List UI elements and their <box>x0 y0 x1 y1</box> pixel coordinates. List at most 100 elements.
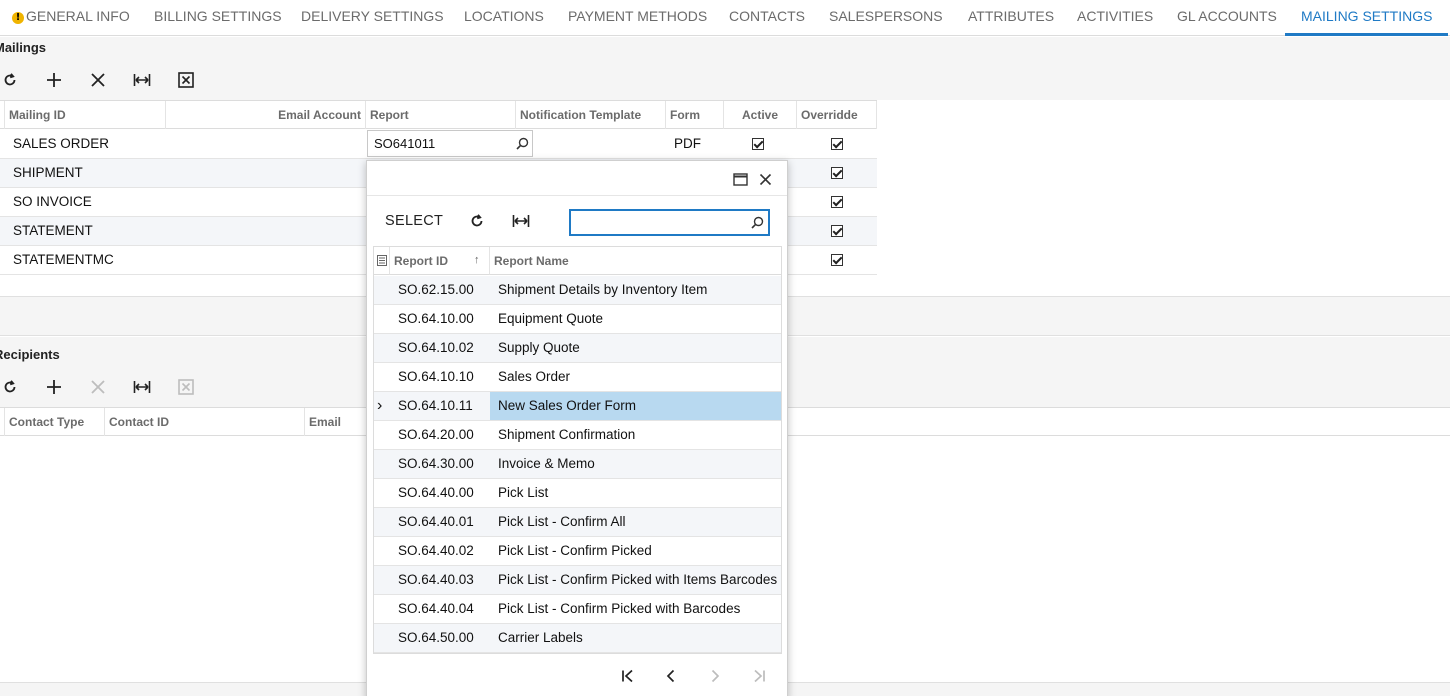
table-row[interactable]: SO.64.10.02 Supply Quote <box>374 334 781 363</box>
mailings-title: Mailings <box>0 40 47 55</box>
column-report[interactable]: Report <box>366 101 516 129</box>
column-format[interactable]: Form <box>666 101 724 129</box>
add-button[interactable] <box>41 67 67 93</box>
override-checkbox[interactable] <box>831 196 843 208</box>
table-row[interactable]: SO.64.40.03 Pick List - Confirm Picked wi… <box>374 566 781 595</box>
recipients-title: Recipients <box>0 347 60 362</box>
delete-button[interactable] <box>85 67 111 93</box>
refresh-icon <box>4 73 16 86</box>
export-excel-button[interactable] <box>173 67 199 93</box>
fit-columns-icon <box>133 74 151 86</box>
tab-delivery-settings[interactable]: DELIVERY SETTINGS <box>301 0 444 36</box>
report-id-cell: SO.64.40.04 <box>398 601 474 616</box>
search-icon[interactable] <box>516 137 529 150</box>
report-name-cell: Shipment Confirmation <box>498 427 636 442</box>
column-mailing-id[interactable]: Mailing ID <box>5 101 166 129</box>
override-checkbox[interactable] <box>831 167 843 179</box>
lookup-search-field[interactable] <box>569 209 770 236</box>
table-row[interactable]: SO.64.20.00 Shipment Confirmation <box>374 421 781 450</box>
column-contact-type[interactable]: Contact Type <box>5 408 105 436</box>
report-value: SO641011 <box>374 136 436 151</box>
fit-columns-icon <box>512 215 530 227</box>
close-icon <box>759 173 771 185</box>
fit-columns-button[interactable] <box>508 208 534 234</box>
fit-columns-button[interactable] <box>129 67 155 93</box>
refresh-button[interactable] <box>0 374 23 400</box>
table-row[interactable]: SO.64.10.10 Sales Order <box>374 363 781 392</box>
column-override[interactable]: Overridde <box>797 101 877 129</box>
tab-attributes[interactable]: ATTRIBUTES <box>968 0 1054 36</box>
tab-salespersons[interactable]: SALESPERSONS <box>829 0 943 36</box>
table-row[interactable]: SO.64.10.00 Equipment Quote <box>374 305 781 334</box>
mailing-id-cell: SALES ORDER <box>13 136 110 151</box>
report-id-cell: SO.64.10.00 <box>398 311 474 326</box>
tab-general-info[interactable]: ! GENERAL INFO <box>12 0 130 36</box>
fit-columns-icon <box>133 381 151 393</box>
table-row[interactable]: SO.64.40.04 Pick List - Confirm Picked wi… <box>374 595 781 624</box>
column-active[interactable]: Active <box>724 101 797 129</box>
table-row[interactable]: › SO.64.10.11 New Sales Order Form <box>374 392 781 421</box>
lookup-search-input[interactable] <box>576 214 746 232</box>
table-row[interactable]: SO.64.30.00 Invoice & Memo <box>374 450 781 479</box>
export-excel-button[interactable] <box>173 374 199 400</box>
report-name-cell: Carrier Labels <box>498 630 583 645</box>
report-lookup-field[interactable]: SO641011 <box>367 130 533 157</box>
table-row[interactable]: SO.64.40.01 Pick List - Confirm All <box>374 508 781 537</box>
maximize-button[interactable] <box>730 169 750 189</box>
report-id-cell: SO.62.15.00 <box>398 282 474 297</box>
tab-billing-settings[interactable]: BILLING SETTINGS <box>154 0 282 36</box>
report-id-cell: SO.64.40.02 <box>398 543 474 558</box>
column-report-id[interactable]: Report ID ↑ <box>390 247 490 275</box>
tab-contacts[interactable]: CONTACTS <box>729 0 805 36</box>
report-id-cell: SO.64.30.00 <box>398 456 474 471</box>
add-button[interactable] <box>41 374 67 400</box>
tab-payment-methods[interactable]: PAYMENT METHODS <box>568 0 707 36</box>
report-name-cell: Sales Order <box>498 369 571 384</box>
lookup-grid: Report ID ↑ Report Name SO.62.15.00 Shipm… <box>373 246 782 654</box>
tab-gl-accounts[interactable]: GL ACCOUNTS <box>1177 0 1277 36</box>
first-page-icon <box>622 669 633 683</box>
previous-page-button[interactable] <box>658 664 684 688</box>
search-icon[interactable] <box>751 216 764 229</box>
delete-button[interactable] <box>85 374 111 400</box>
first-page-button[interactable] <box>615 664 641 688</box>
mailings-header <box>0 37 1450 100</box>
report-id-cell: SO.64.10.10 <box>398 369 474 384</box>
tab-mailing-settings[interactable]: MAILING SETTINGS <box>1285 0 1449 36</box>
column-label: Report ID <box>394 254 448 268</box>
add-icon <box>47 380 61 394</box>
previous-page-icon <box>666 669 675 683</box>
table-row[interactable]: SO.64.40.02 Pick List - Confirm Picked <box>374 537 781 566</box>
refresh-button[interactable] <box>0 67 23 93</box>
tab-bar: ! GENERAL INFO BILLING SETTINGS DELIVERY … <box>0 0 1450 36</box>
column-email-account[interactable]: Email Account <box>166 101 366 129</box>
mailing-id-cell: STATEMENTMC <box>13 252 114 267</box>
tab-activities[interactable]: ACTIVITIES <box>1077 0 1153 36</box>
column-contact-id[interactable]: Contact ID <box>105 408 305 436</box>
tab-locations[interactable]: LOCATIONS <box>464 0 544 36</box>
refresh-button[interactable] <box>464 208 490 234</box>
mailing-id-cell: SHIPMENT <box>13 165 83 180</box>
override-checkbox[interactable] <box>831 225 843 237</box>
warning-icon: ! <box>12 12 24 24</box>
report-name-cell: Invoice & Memo <box>498 456 595 471</box>
close-button[interactable] <box>755 169 775 189</box>
table-row[interactable]: SO.64.50.00 Carrier Labels <box>374 624 781 653</box>
mailing-id-cell: SO INVOICE <box>13 194 92 209</box>
sort-ascending-icon: ↑ <box>474 254 480 266</box>
report-id-cell: SO.64.20.00 <box>398 427 474 442</box>
last-page-button[interactable] <box>746 664 772 688</box>
column-report-name[interactable]: Report Name <box>490 247 781 275</box>
table-row[interactable]: SO.62.15.00 Shipment Details by Inventory… <box>374 276 781 305</box>
active-checkbox[interactable] <box>752 138 764 150</box>
next-page-button[interactable] <box>702 664 728 688</box>
filter-settings-icon[interactable] <box>377 255 387 266</box>
current-row-indicator-icon: › <box>377 397 383 414</box>
table-row[interactable]: SO.64.40.00 Pick List <box>374 479 781 508</box>
column-notification-template[interactable]: Notification Template <box>516 101 666 129</box>
select-button[interactable]: SELECT <box>385 213 443 229</box>
export-excel-icon <box>178 379 194 395</box>
override-checkbox[interactable] <box>831 138 843 150</box>
fit-columns-button[interactable] <box>129 374 155 400</box>
override-checkbox[interactable] <box>831 254 843 266</box>
